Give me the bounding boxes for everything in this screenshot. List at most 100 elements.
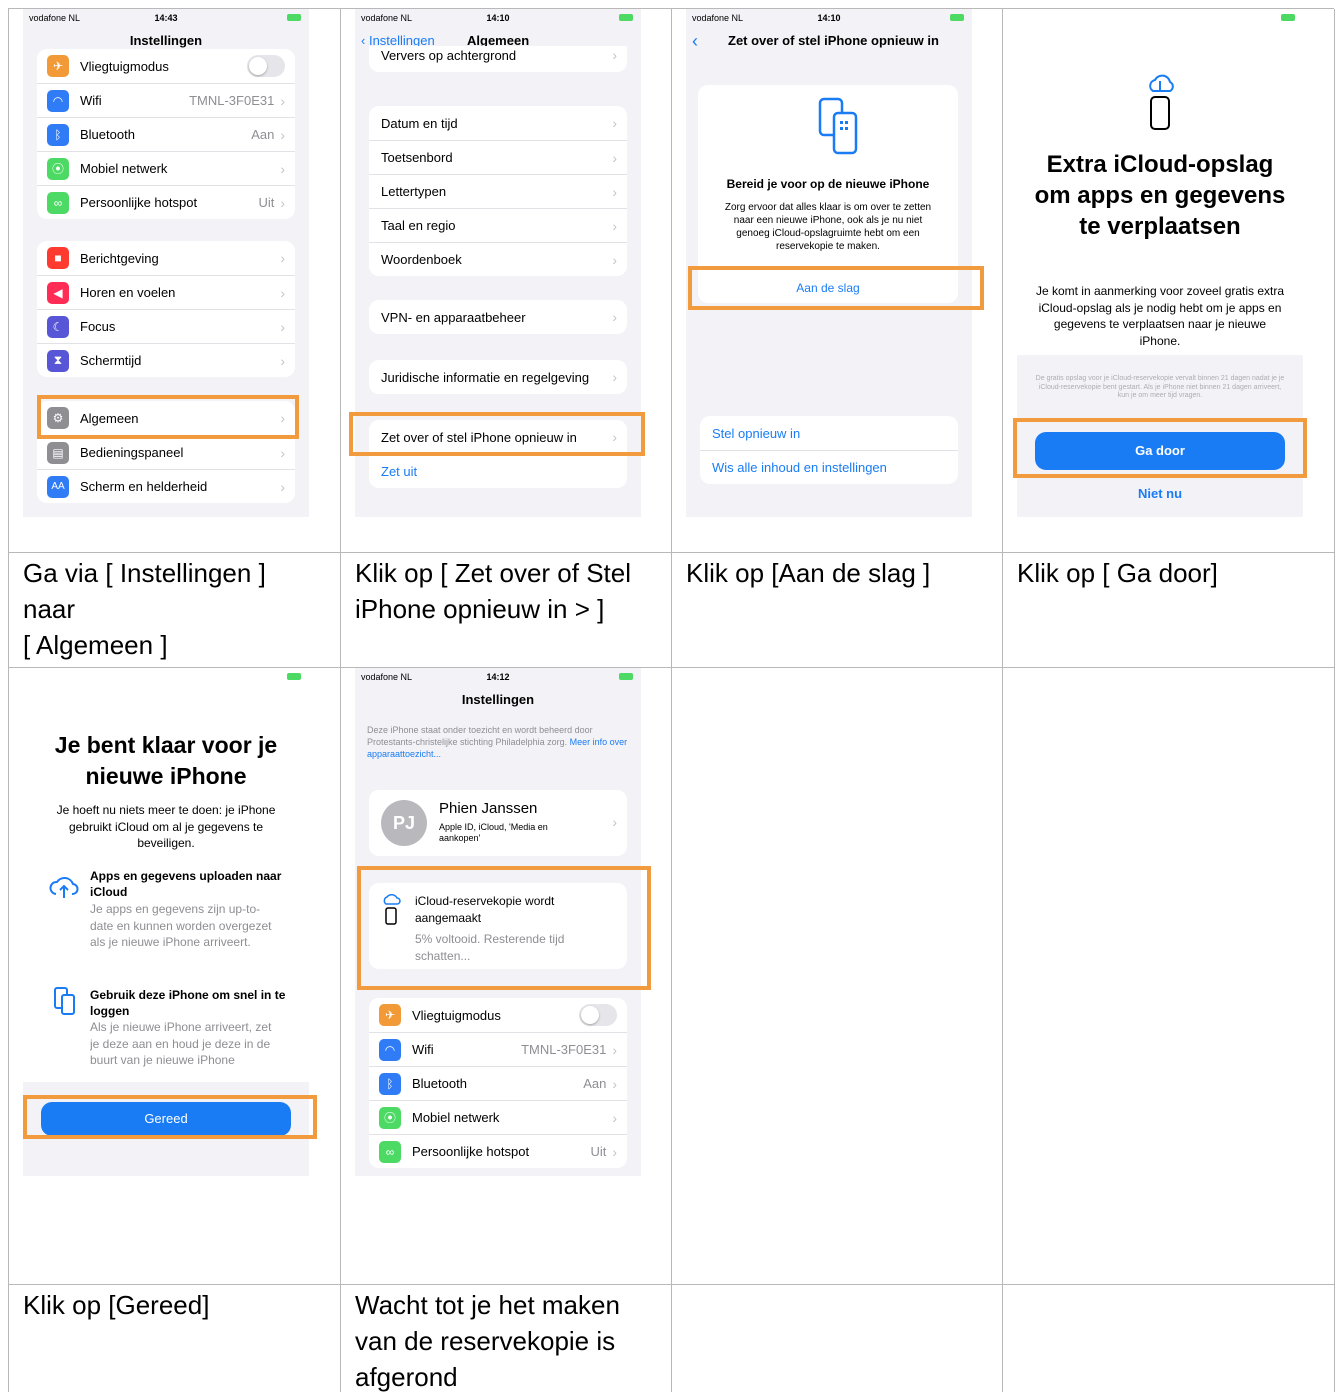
- card-body: Zorg ervoor dat alles klaar is om over t…: [724, 202, 932, 252]
- caption-line: [ Algemeen ]: [23, 630, 168, 660]
- speaker-icon: ◀: [47, 281, 69, 304]
- supervision-notice: Deze iPhone staat onder toezicht en word…: [367, 725, 628, 759]
- settings-group-connectivity: ✈ Vliegtuigmodus ◠ Wifi TMNL-3F0E31 › ᛒ Bluet…: [369, 998, 627, 1168]
- ready-body: Je hoeft nu niets meer te doen: je iPhon…: [56, 803, 276, 850]
- account-subtitle: Apple ID, iCloud, 'Media en aankopen': [439, 822, 548, 843]
- reset-group: Stel opnieuw in Wis alle inhoud en inste…: [700, 416, 958, 484]
- airplane-icon: ✈: [47, 55, 69, 77]
- chevron-right-icon: ›: [280, 352, 285, 369]
- moon-icon: ☾: [47, 315, 69, 338]
- highlight-general: [37, 395, 299, 439]
- empty-cell: [1003, 1285, 1335, 1392]
- chevron-right-icon: ›: [612, 115, 617, 131]
- row-background-refresh[interactable]: Ververs op achtergrond ›: [369, 46, 627, 72]
- highlight-backup: [357, 866, 651, 990]
- cloud-phone-icon: [1149, 74, 1174, 130]
- card-title: Bereid je voor op de nieuwe iPhone: [726, 177, 930, 191]
- cell-step-3: vodafone NL 14:10 ‹ Zet over of stel iPho…: [672, 9, 1003, 553]
- chevron-right-icon: ›: [280, 444, 285, 461]
- reset-button[interactable]: Stel opnieuw in: [700, 416, 958, 450]
- bluetooth-icon: ᛒ: [379, 1072, 401, 1095]
- caption-line: Klik op [Gereed]: [23, 1290, 210, 1320]
- row-airplane[interactable]: ✈ Vliegtuigmodus: [369, 998, 627, 1032]
- chevron-right-icon: ›: [612, 309, 617, 325]
- row-hotspot[interactable]: ∞ Persoonlijke hotspot Uit ›: [369, 1134, 627, 1168]
- avatar: PJ: [381, 800, 427, 846]
- row-legal[interactable]: Juridische informatie en regelgeving ›: [369, 360, 627, 394]
- account-card[interactable]: PJ Phien Janssen Apple ID, iCloud, 'Medi…: [369, 790, 627, 856]
- chevron-right-icon: ›: [280, 92, 285, 109]
- caption-line: Klik op [ Ga door]: [1017, 558, 1218, 588]
- row-shutdown[interactable]: Zet uit: [369, 454, 627, 488]
- cell-step-4: Extra iCloud-opslag om apps en gegevens …: [1003, 9, 1335, 553]
- item1-body: Je apps en gegevens zijn up-to-date en k…: [90, 902, 272, 949]
- row-focus[interactable]: ☾ Focus ›: [37, 309, 295, 343]
- highlight-start: [688, 266, 984, 310]
- chevron-right-icon: ›: [612, 814, 617, 830]
- row-sounds[interactable]: ◀ Horen en voelen ›: [37, 275, 295, 309]
- not-now-button[interactable]: Niet nu: [1017, 486, 1303, 501]
- row-airplane[interactable]: ✈ Vliegtuigmodus: [37, 49, 295, 83]
- row-mobile[interactable]: ⦿ Mobiel netwerk ›: [369, 1100, 627, 1134]
- battery-icon: [619, 14, 633, 21]
- chevron-right-icon: ›: [612, 1109, 617, 1126]
- caption-cell-2: Klik op [ Zet over of Stel iPhone opnieuw…: [341, 553, 672, 668]
- chevron-right-icon: ›: [280, 318, 285, 335]
- caption-line: van de reservekopie is: [355, 1326, 616, 1356]
- row-vpn[interactable]: VPN- en apparaatbeheer ›: [369, 300, 627, 334]
- caption-line: naar: [23, 594, 76, 624]
- highlight-continue: [1013, 418, 1307, 478]
- row-bluetooth[interactable]: ᛒ Bluetooth Aan ›: [369, 1066, 627, 1100]
- row-hotspot[interactable]: ∞ Persoonlijke hotspot Uit ›: [37, 185, 295, 219]
- bell-icon: ■: [47, 247, 69, 269]
- chevron-right-icon: ›: [280, 160, 285, 177]
- battery-icon: [1281, 14, 1295, 21]
- instruction-table: vodafone NL 14:43 Instellingen ✈ Vliegtuig…: [8, 8, 1335, 1392]
- hourglass-icon: ⧗: [47, 349, 69, 372]
- hotspot-icon: ∞: [47, 191, 69, 214]
- row-keyboard[interactable]: Toetsenbord ›: [369, 140, 627, 174]
- clock: 14:12: [486, 672, 510, 682]
- airplane-toggle[interactable]: [247, 55, 285, 77]
- nav-title: Zet over of stel iPhone opnieuw in: [728, 33, 939, 48]
- highlight-done: [23, 1095, 317, 1139]
- group-vpn: VPN- en apparaatbeheer ›: [369, 300, 627, 334]
- item2-title: Gebruik deze iPhone om snel in te loggen: [90, 988, 286, 1018]
- chevron-right-icon: ›: [612, 217, 617, 234]
- fine-print: De gratis opslag voor je iCloud-reservek…: [1035, 375, 1285, 399]
- erase-button[interactable]: Wis alle inhoud en instellingen: [700, 450, 958, 484]
- row-bluetooth[interactable]: ᛒ Bluetooth Aan ›: [37, 117, 295, 151]
- cell-step-1: vodafone NL 14:43 Instellingen ✈ Vliegtuig…: [9, 9, 341, 553]
- group-locale: Datum en tijd › Toetsenbord › Lettertypen ›…: [369, 106, 627, 276]
- cloud-upload-icon: [49, 877, 79, 898]
- row-notifications[interactable]: ■ Berichtgeving ›: [37, 241, 295, 275]
- row-dictionary[interactable]: Woordenboek ›: [369, 242, 627, 276]
- airplane-toggle[interactable]: [579, 1004, 617, 1026]
- row-date-time[interactable]: Datum en tijd ›: [369, 106, 627, 140]
- nav-title: Instellingen: [461, 692, 535, 707]
- row-wifi[interactable]: ◠ Wifi TMNL-3F0E31 ›: [37, 83, 295, 117]
- chevron-right-icon: ›: [280, 478, 285, 495]
- antenna-icon: ⦿: [47, 157, 69, 180]
- chevron-right-icon: ›: [612, 251, 617, 268]
- offer-body: Je komt in aanmerking voor zoveel gratis…: [1035, 284, 1285, 348]
- row-language[interactable]: Taal en regio ›: [369, 208, 627, 242]
- row-wifi[interactable]: ◠ Wifi TMNL-3F0E31 ›: [369, 1032, 627, 1066]
- chevron-right-icon: ›: [612, 1143, 617, 1160]
- row-fonts[interactable]: Lettertypen ›: [369, 174, 627, 208]
- caption-cell-3: Klik op [Aan de slag ]: [672, 553, 1003, 668]
- item2-body: Als je nieuwe iPhone arriveert, zet je d…: [90, 1020, 272, 1067]
- screenshot-transfer: vodafone NL 14:10 ‹ Zet over of stel iPho…: [686, 9, 972, 517]
- clock: 14:10: [817, 13, 841, 23]
- chevron-right-icon: ›: [280, 126, 285, 143]
- row-control-center[interactable]: ▤ Bedieningspaneel ›: [37, 435, 295, 469]
- airplane-icon: ✈: [379, 1004, 401, 1026]
- row-screentime[interactable]: ⧗ Schermtijd ›: [37, 343, 295, 377]
- row-mobile[interactable]: ⦿ Mobiel netwerk ›: [37, 151, 295, 185]
- settings-group-connectivity: ✈ Vliegtuigmodus ◠ Wifi TMNL-3F0E31 › ᛒ Bluet…: [37, 49, 295, 219]
- clock: 14:10: [486, 13, 510, 23]
- ready-title: Je bent klaar voor je nieuwe iPhone: [54, 732, 278, 789]
- row-display[interactable]: AA Scherm en helderheid ›: [37, 469, 295, 503]
- chevron-left-icon[interactable]: ‹: [692, 31, 698, 52]
- hotspot-icon: ∞: [379, 1140, 401, 1163]
